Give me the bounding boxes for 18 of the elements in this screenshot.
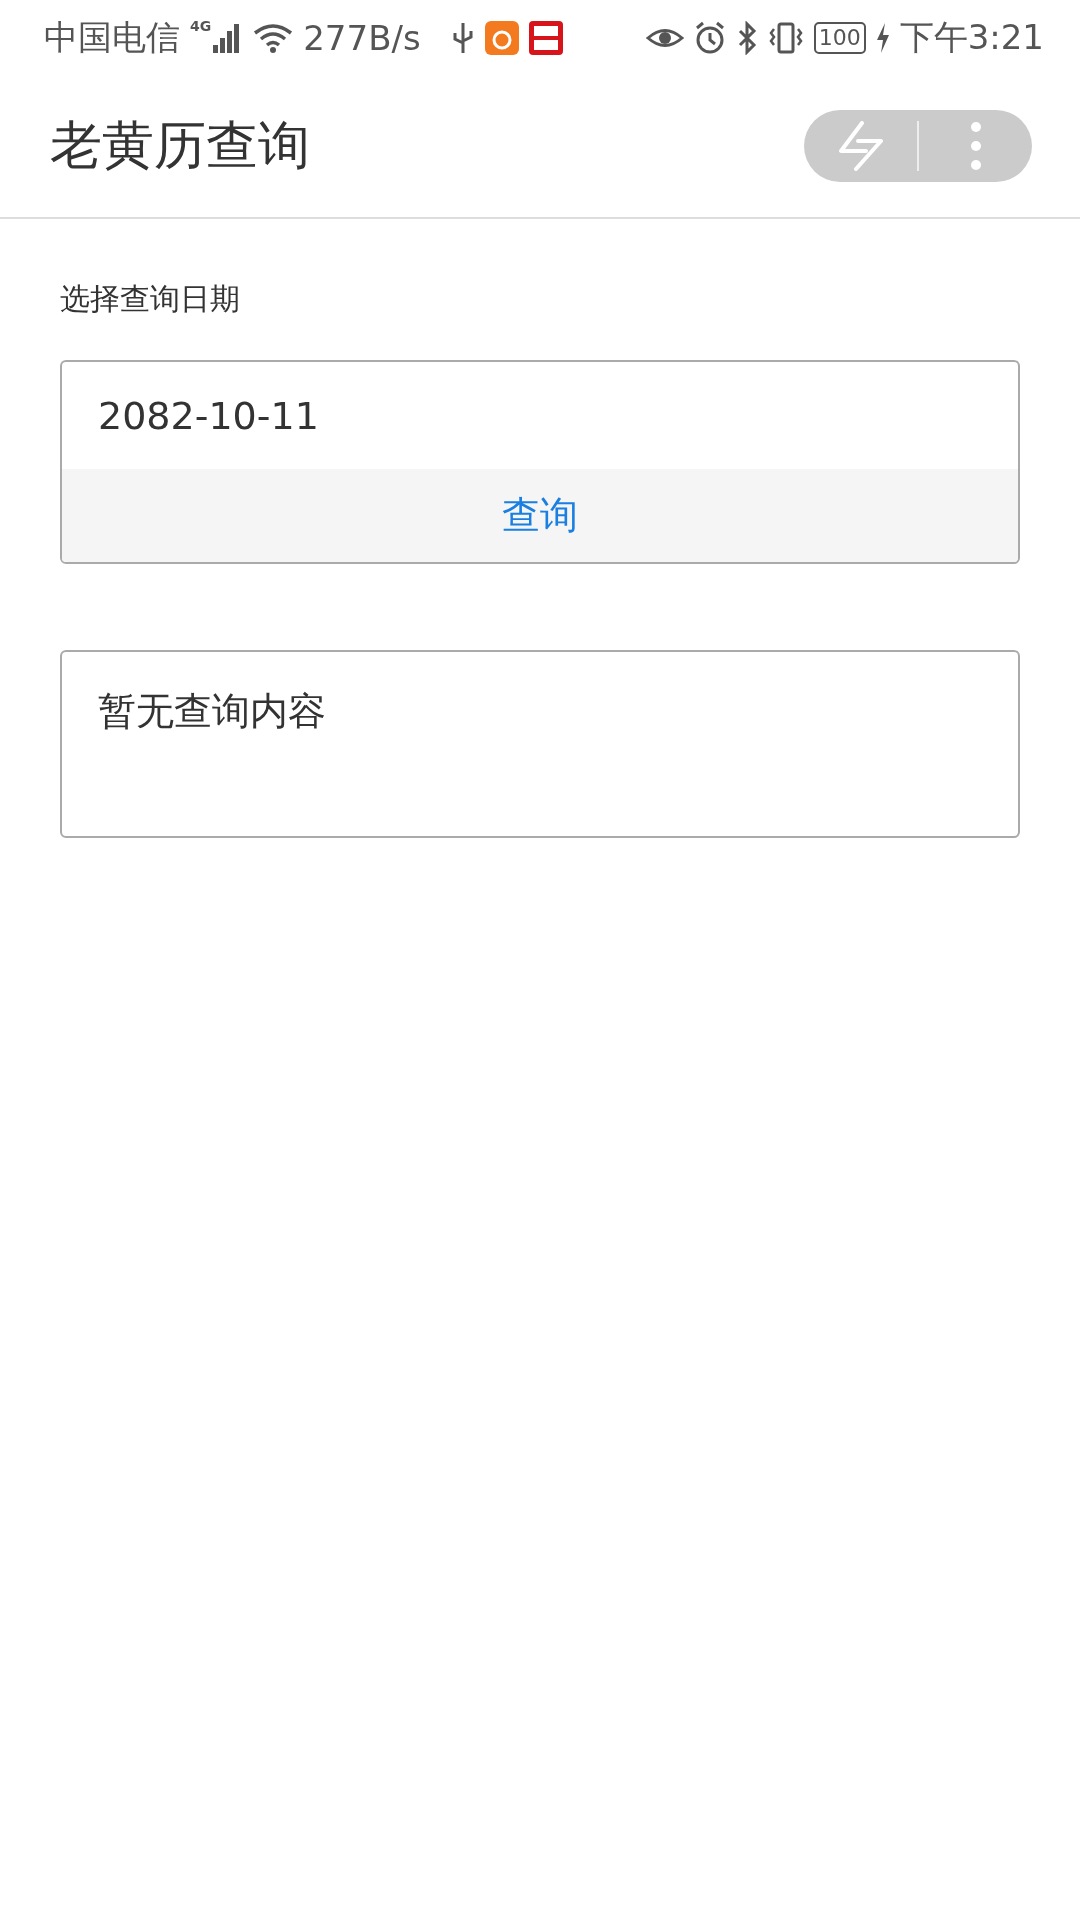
result-box: 暂无查询内容	[60, 650, 1020, 838]
wifi-icon	[253, 22, 294, 53]
query-button[interactable]: 查询	[62, 469, 1018, 562]
battery-level: 100	[813, 21, 866, 54]
vibrate-icon	[767, 20, 804, 55]
lightning-icon[interactable]	[837, 121, 884, 171]
field-label: 选择查询日期	[60, 280, 241, 318]
page-title: 老黄历查询	[50, 114, 310, 177]
charging-icon	[875, 22, 890, 53]
app-icon	[484, 20, 519, 55]
network-type: 4G	[190, 18, 212, 34]
alarm-icon	[693, 20, 726, 55]
date-field[interactable]: 2082-10-11	[62, 362, 1018, 469]
carrier: 中国电信	[44, 15, 180, 59]
app-icon	[528, 20, 563, 55]
more-icon[interactable]	[969, 121, 982, 171]
network-speed: 277B/s	[303, 17, 421, 58]
clock: 下午3:21	[899, 15, 1044, 59]
